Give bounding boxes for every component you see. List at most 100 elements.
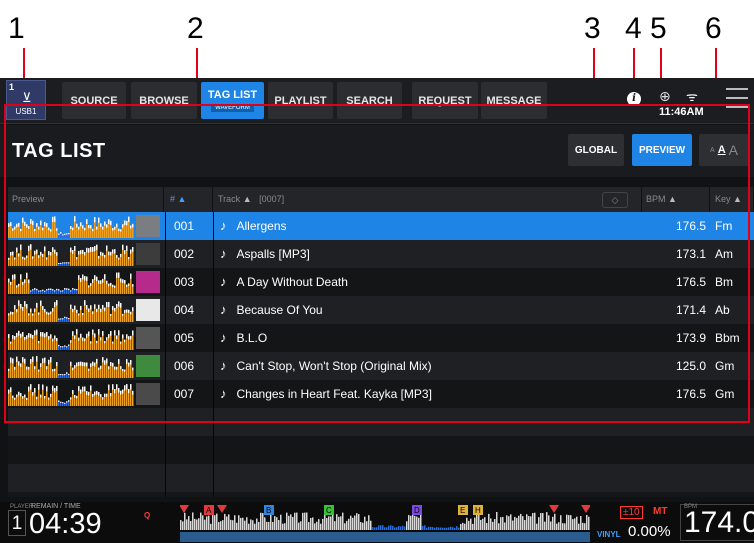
music-note-icon: ♪ [220, 218, 227, 233]
font-size-medium: A [717, 144, 726, 156]
remaining-time: 04:39 [29, 508, 102, 540]
track-bpm: 171.4 [675, 303, 706, 317]
track-key: Ab [715, 303, 730, 317]
table-row[interactable]: 002 ♪ Aspalls [MP3] 173.1 Am [8, 240, 754, 268]
empty-row [8, 436, 754, 464]
nav-source-button[interactable]: SOURCE [62, 82, 126, 119]
nav-playlist-button[interactable]: PLAYLIST [268, 82, 333, 119]
menu-icon[interactable] [726, 88, 748, 112]
nav-browse-button[interactable]: BROWSE [131, 82, 197, 119]
memory-cue-icon [180, 505, 189, 513]
track-number: 004 [174, 303, 195, 317]
col-bpm-label: BPM [646, 194, 666, 204]
cue-marker: A [204, 505, 214, 515]
sort-up-icon: ▲ [242, 194, 252, 204]
col-bpm[interactable]: BPM ▲ [642, 187, 710, 212]
preview-cell[interactable] [8, 352, 163, 380]
track-number: 002 [174, 247, 195, 261]
memory-cue-icon [549, 505, 559, 513]
music-note-icon: ♪ [220, 386, 227, 401]
cue-marker: C [324, 505, 334, 515]
info-icon[interactable]: i [627, 92, 641, 106]
col-track[interactable]: Track ▲ [0007] [214, 187, 642, 212]
globe-icon: ⊕ [659, 88, 671, 104]
nav-search-button[interactable]: SEARCH [337, 82, 402, 119]
table-row[interactable]: 003 ♪ A Day Without Death 176.5 Bm [8, 268, 754, 296]
preview-waveform [8, 329, 134, 350]
preview-cell[interactable] [8, 212, 163, 240]
pitch-value: 0.00% [628, 523, 671, 540]
nav-request-button[interactable]: REQUEST [412, 82, 478, 119]
callout-4: 4 [625, 12, 642, 45]
cue-marker: D [412, 505, 422, 515]
svg-text:A: A [206, 506, 212, 515]
svg-text:D: D [414, 506, 420, 515]
track-number: 007 [174, 387, 195, 401]
album-art [136, 243, 160, 265]
vinyl-indicator: VINYL [597, 530, 621, 539]
nav-tag-list-button[interactable]: TAG LIST WAVEFORM [201, 82, 264, 119]
table-row[interactable]: 005 ♪ B.L.O 173.9 Bbm [8, 324, 754, 352]
global-button[interactable]: GLOBAL [568, 134, 624, 166]
preview-waveform [8, 384, 134, 406]
preview-button[interactable]: PREVIEW [632, 134, 692, 166]
callout-1: 1 [8, 12, 25, 45]
nav-message-button[interactable]: MESSAGE [481, 82, 547, 119]
album-art [136, 271, 160, 293]
table-row[interactable]: 007 ♪ Changes in Heart Feat. Kayka [MP3] 17… [8, 380, 754, 408]
track-key: Bm [715, 275, 733, 289]
track-key: Gm [715, 359, 735, 373]
col-num[interactable]: # ▲ [166, 187, 213, 212]
cue-marker: E [458, 505, 468, 515]
page-title: TAG LIST [12, 140, 106, 162]
table-row[interactable]: 006 ♪ Can't Stop, Won't Stop (Original Mix… [8, 352, 754, 380]
table-row[interactable]: 004 ♪ Because Of You 171.4 Ab [8, 296, 754, 324]
wifi-icon: ᯤ [686, 89, 698, 104]
callout-3: 3 [584, 12, 601, 45]
usb-source-button[interactable]: 1 ⊻ USB1 [6, 80, 46, 120]
track-title: A Day Without Death [236, 275, 348, 289]
font-size-button[interactable]: A A A [699, 134, 749, 166]
col-key[interactable]: Key ▲ [711, 187, 754, 212]
sort-up-icon: ▲ [668, 194, 677, 204]
preview-cell[interactable] [8, 324, 163, 352]
table-row[interactable]: 001 ♪ Allergens 176.5 Fm [8, 212, 754, 240]
preview-cell[interactable] [8, 296, 163, 324]
page-header: TAG LIST GLOBAL PREVIEW A A A [0, 125, 754, 177]
clock: 11:46AM [659, 106, 704, 118]
track-title: Because Of You [236, 303, 323, 317]
empty-row [8, 464, 754, 492]
callout-6: 6 [705, 12, 722, 45]
track-title: Aspalls [MP3] [236, 247, 310, 261]
col-preview[interactable]: Preview [8, 187, 164, 212]
device-screen: 1 ⊻ USB1 SOURCE BROWSE TAG LIST WAVEFORM… [0, 78, 754, 543]
usb-icon: ⊻ [22, 90, 32, 105]
track-title-cell: ♪ A Day Without Death [214, 268, 642, 296]
col-num-label: # [170, 194, 176, 204]
album-art [136, 215, 160, 237]
nav-waveform-sublabel: WAVEFORM [211, 104, 254, 112]
preview-cell[interactable] [8, 268, 163, 296]
overview-waveform[interactable]: ABCDEH [180, 504, 590, 542]
album-art [136, 383, 160, 405]
svg-text:H: H [475, 506, 481, 515]
svg-text:E: E [460, 506, 465, 515]
usb-label: USB1 [15, 107, 37, 116]
top-nav: 1 ⊻ USB1 SOURCE BROWSE TAG LIST WAVEFORM… [0, 78, 754, 124]
track-bpm: 176.5 [675, 275, 706, 289]
track-number: 006 [174, 359, 195, 373]
track-bpm: 176.5 [675, 219, 706, 233]
music-note-icon: ♪ [220, 246, 227, 261]
font-size-small: A [710, 146, 715, 154]
tempo-range: ±10 [620, 506, 643, 519]
preview-cell[interactable] [8, 380, 163, 408]
preview-cell[interactable] [8, 240, 163, 268]
sort-toggle-icon[interactable]: ◇ [602, 192, 628, 208]
cue-marker: B [264, 505, 274, 515]
callout-2: 2 [187, 12, 204, 45]
svg-text:C: C [326, 506, 332, 515]
column-divider [213, 212, 214, 497]
memory-cue-icon [581, 505, 590, 513]
preview-waveform [8, 244, 134, 266]
music-note-icon: ♪ [220, 302, 227, 317]
